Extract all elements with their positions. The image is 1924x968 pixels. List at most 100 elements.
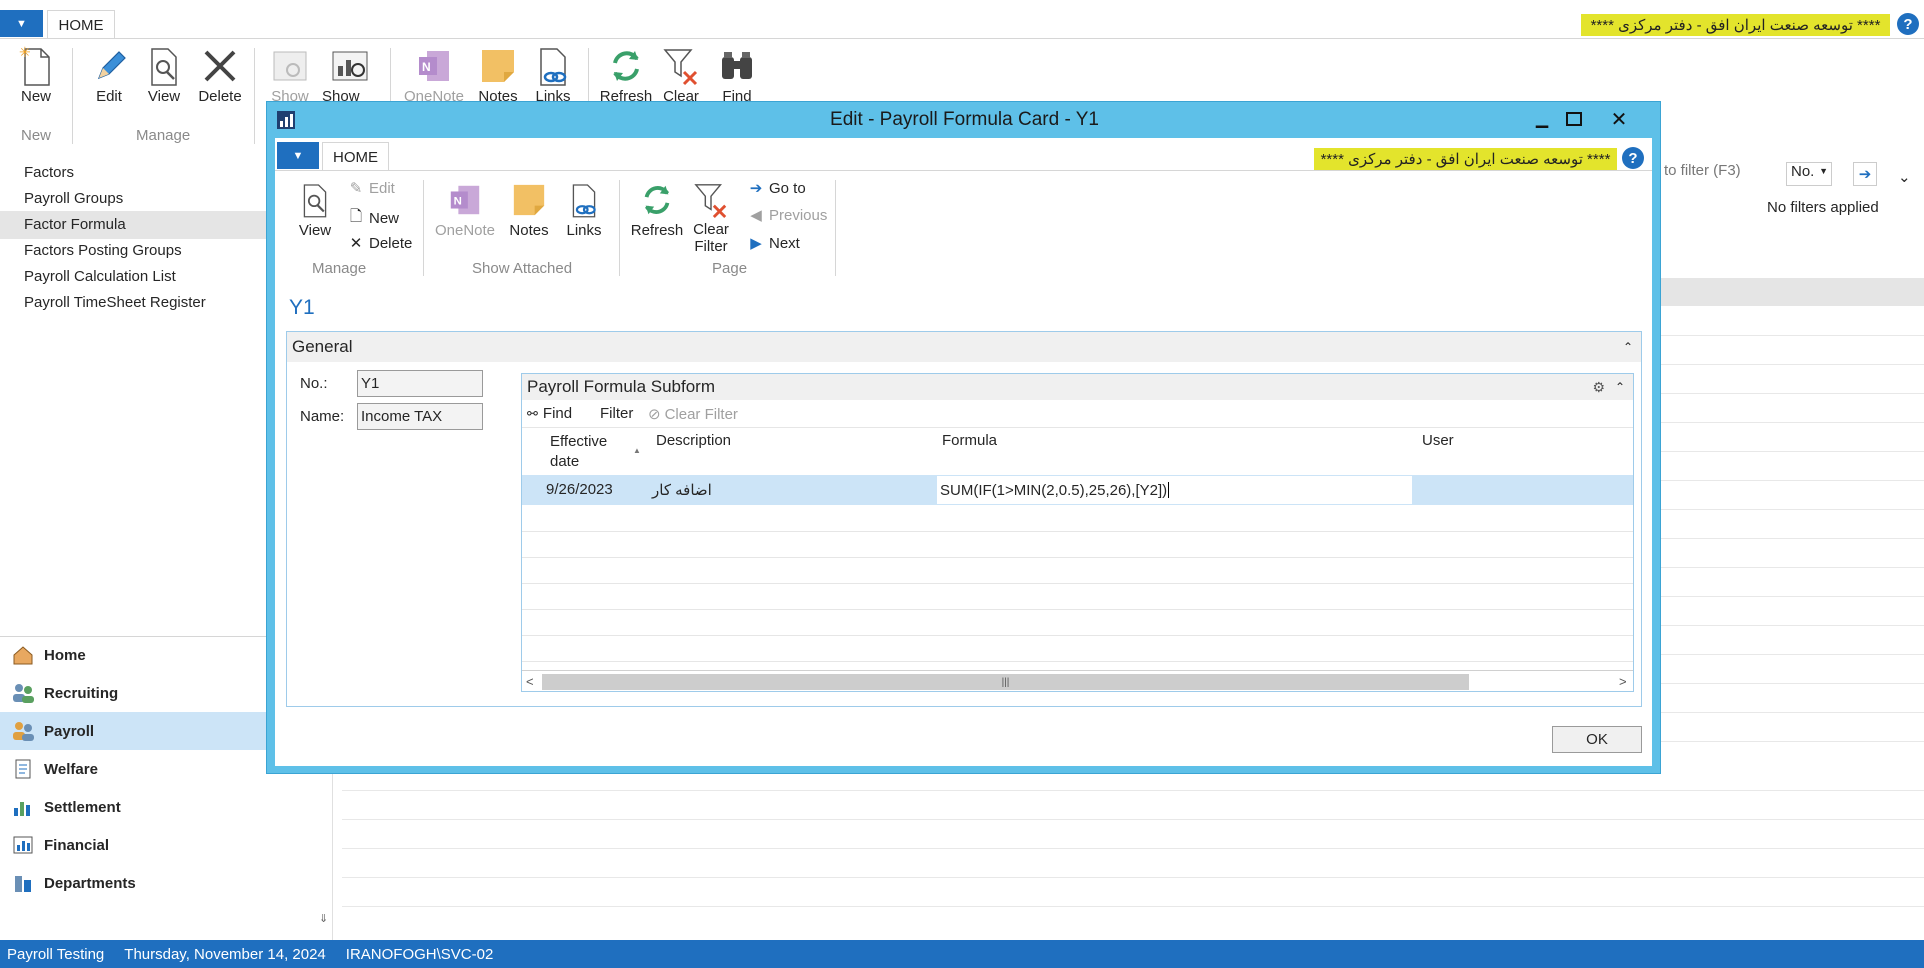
dialog-notes-label: Notes [509, 222, 549, 239]
nav-item-factors[interactable]: Factors [24, 164, 74, 181]
edit-button[interactable]: Edit [87, 44, 131, 105]
area-settlement[interactable]: Settlement [0, 788, 266, 826]
new-button[interactable]: ✳ New [14, 44, 58, 105]
area-payroll[interactable]: Payroll [0, 712, 266, 750]
sort-ascending-icon: ▲ [633, 446, 641, 455]
list-row-line [342, 848, 1924, 849]
general-header[interactable]: General ⌃ [287, 332, 1641, 362]
cell-description[interactable]: اضافه کار [652, 481, 712, 499]
dialog-help-button[interactable]: ? [1622, 147, 1644, 169]
ribbon-tab-line [0, 38, 1924, 39]
delete-button[interactable]: Delete [196, 44, 244, 105]
horizontal-scrollbar[interactable]: < ||| > [522, 670, 1633, 691]
new-document-icon: 🗋 [349, 208, 363, 225]
area-home[interactable]: Home [0, 636, 266, 674]
dialog-clear-filter-button[interactable]: Clear Filter [689, 178, 733, 255]
dialog-previous-label: Previous [769, 206, 828, 224]
dialog-links-label: Links [566, 222, 602, 239]
maximize-icon[interactable] [1559, 107, 1589, 131]
dialog-notes-button[interactable]: Notes [507, 178, 551, 239]
triangle-left-icon: ◀ [750, 207, 762, 224]
nav-item-factor-formula[interactable]: Factor Formula [24, 216, 126, 233]
nav-item-factors-posting-groups[interactable]: Factors Posting Groups [24, 242, 182, 259]
subform-find-button[interactable]: ⚯ Find [527, 405, 572, 422]
area-welfare[interactable]: Welfare [0, 750, 266, 788]
nav-collapse-arrow[interactable]: ⇓ [319, 912, 328, 925]
clear-filter-icon: ⊘ [648, 406, 661, 423]
no-field[interactable]: Y1 [357, 370, 483, 397]
no-filters-text: No filters applied [1767, 199, 1879, 216]
settings-gear-icon[interactable]: ⚙ [1592, 379, 1605, 396]
area-financial[interactable]: Financial [0, 826, 266, 864]
column-user[interactable]: User [1422, 432, 1454, 449]
dialog-delete-button[interactable]: ✕ Delete [347, 234, 413, 253]
find-button[interactable]: Find [715, 44, 759, 105]
apply-filter-arrow-icon[interactable]: ➔ [1853, 162, 1877, 186]
column-description[interactable]: Description [656, 432, 731, 449]
grid-row-line [522, 531, 1633, 532]
ribbon-separator [72, 48, 73, 144]
new-document-icon: ✳ [14, 44, 58, 88]
dialog-next-button[interactable]: ▶ Next [747, 234, 800, 253]
dialog-links-button[interactable]: Links [562, 178, 606, 239]
dialog-edit-button[interactable]: ✎ Edit [347, 179, 395, 198]
dialog-application-menu-button[interactable]: ▼ [277, 142, 319, 169]
nav-item-payroll-timesheet-register[interactable]: Payroll TimeSheet Register [24, 294, 206, 311]
subform-clear-filter-button[interactable]: ⊘ Clear Filter [648, 405, 738, 424]
show-button[interactable]: Show [266, 44, 314, 105]
subform-filter-button[interactable]: Filter [600, 405, 633, 422]
dialog-group-show-attached: Show Attached [472, 260, 573, 277]
dialog-view-button[interactable]: View [293, 178, 337, 239]
refresh-button[interactable]: Refresh [598, 44, 654, 105]
minimize-icon[interactable]: ▁ [1527, 107, 1557, 131]
dialog-onenote-button[interactable]: N OneNote [435, 178, 495, 239]
view-document-icon [142, 44, 186, 88]
dialog-new-button[interactable]: 🗋 New [347, 206, 399, 231]
onenote-button[interactable]: N OneNote [404, 44, 464, 105]
subform-header-label: Payroll Formula Subform [527, 377, 716, 396]
pencil-icon [87, 44, 131, 88]
dialog-tab-home[interactable]: HOME [322, 142, 389, 171]
dialog-refresh-button[interactable]: Refresh [629, 178, 685, 239]
area-departments[interactable]: Departments [0, 864, 266, 902]
scroll-right-icon[interactable]: > [1619, 674, 1627, 689]
show-icon [268, 44, 312, 88]
nav-item-payroll-groups[interactable]: Payroll Groups [24, 190, 123, 207]
dialog-go-to-button[interactable]: ➔ Go to [747, 179, 806, 198]
area-recruiting[interactable]: Recruiting [0, 674, 266, 712]
dialog-previous-button[interactable]: ◀ Previous [747, 206, 828, 225]
expand-chevron-icon[interactable]: ⌄ [1898, 168, 1911, 186]
ok-button[interactable]: OK [1552, 726, 1642, 753]
application-menu-button[interactable]: ▼ [0, 10, 43, 37]
view-button[interactable]: View [142, 44, 186, 105]
payroll-formula-subform: Payroll Formula Subform ⚙ ⌃ ⚯ Find Filter… [521, 373, 1634, 692]
dialog-next-label: Next [769, 234, 800, 252]
delete-x-icon [198, 44, 242, 88]
area-payroll-label: Payroll [44, 722, 95, 740]
collapse-chevron-icon[interactable]: ⌃ [1623, 340, 1633, 354]
cell-formula-editing[interactable]: SUM(IF(1>MIN(2,0.5),25,26),[Y2]) [936, 475, 1413, 505]
filter-field-select[interactable]: No. ▼ [1786, 162, 1832, 186]
links-button[interactable]: Links [531, 44, 575, 105]
cell-effective-date[interactable]: 9/26/2023 [546, 481, 613, 498]
tab-home[interactable]: HOME [47, 10, 115, 39]
scroll-left-icon[interactable]: < [526, 674, 534, 689]
subform-header: Payroll Formula Subform ⚙ ⌃ [522, 374, 1633, 400]
collapse-chevron-icon[interactable]: ⌃ [1615, 380, 1625, 394]
notes-icon [507, 178, 551, 222]
column-formula[interactable]: Formula [942, 432, 997, 449]
close-icon[interactable]: ✕ [1591, 107, 1647, 131]
dialog-delete-label: Delete [369, 234, 413, 252]
nav-item-payroll-calculation-list[interactable]: Payroll Calculation List [24, 268, 176, 285]
dropdown-arrow-icon: ▼ [1819, 166, 1828, 176]
column-effective-date[interactable]: Effective date [550, 432, 607, 472]
filter-input[interactable]: to filter (F3) [1664, 162, 1741, 179]
scrollbar-thumb[interactable]: ||| [542, 674, 1469, 690]
clear-filter-button[interactable]: Clear [659, 44, 703, 105]
company-banner: **** توسعه صنعت ایران افق - دفتر مرکزی *… [1581, 14, 1890, 36]
notes-button[interactable]: Notes [476, 44, 520, 105]
welfare-book-icon [10, 757, 36, 781]
help-button[interactable]: ? [1897, 13, 1919, 35]
name-field[interactable]: Income TAX [357, 403, 483, 430]
status-company: Payroll Testing [7, 945, 105, 963]
